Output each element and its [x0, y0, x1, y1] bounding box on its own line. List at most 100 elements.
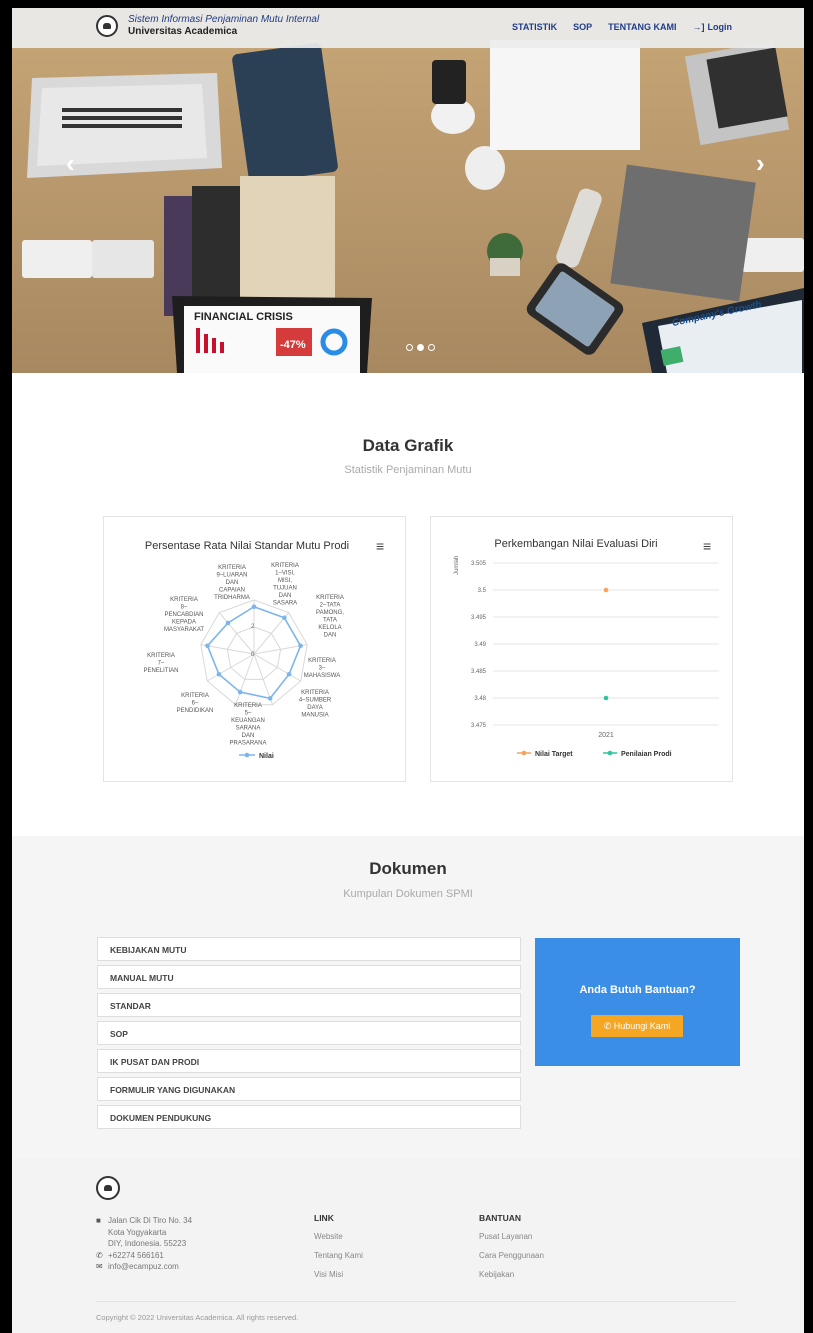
line-y-tick-label: 3.475	[471, 723, 487, 729]
line-chart: Perkembangan Nilai Evaluasi Diri 3.505 3.5…	[454, 538, 719, 758]
radar-category-label: KRITERIA 6– PENDIDIKAN	[177, 693, 214, 714]
chart-menu-icon[interactable]: ≡	[376, 538, 384, 554]
line-x-tick-label: 2021	[598, 732, 614, 739]
radar-data-point[interactable]	[237, 689, 243, 695]
radar-data-point[interactable]	[205, 643, 210, 649]
line-y-tick-label: 3.485	[471, 669, 487, 675]
nav-statistik[interactable]: STATISTIK	[512, 22, 557, 32]
grafik-title: Data Grafik	[362, 436, 454, 455]
radar-chart-card: Persentase Rata Nilai Standar Mutu Prodi…	[103, 516, 406, 782]
doc-item-standar[interactable]: STANDAR	[97, 993, 521, 1017]
chart-menu-icon[interactable]: ≡	[703, 538, 711, 554]
contact-button[interactable]: ✆ Hubungi Kami	[591, 1015, 683, 1037]
footer-bantuan: BANTUAN Pusat Layanan Cara Penggunaan Ke…	[479, 1213, 544, 1289]
line-data-point[interactable]	[603, 695, 609, 701]
carousel-indicators	[406, 344, 435, 351]
radar-data-point[interactable]	[251, 604, 257, 610]
footer-bantuan-pusat[interactable]: Pusat Layanan	[479, 1232, 544, 1241]
line-legend-label[interactable]: Nilai Target	[535, 751, 573, 758]
footer-links: LINK Website Tentang Kami Visi Misi	[314, 1213, 363, 1289]
footer-phone: +62274 566161	[108, 1250, 164, 1260]
brand[interactable]: Sistem Informasi Penjaminan Mutu Interna…	[96, 14, 319, 38]
doc-item-pendukung[interactable]: DOKUMEN PENDUKUNG	[97, 1105, 521, 1129]
footer-email[interactable]: info@ecampuz.com	[108, 1262, 179, 1271]
nav-sop[interactable]: SOP	[573, 22, 592, 32]
phone-icon: ✆	[96, 1250, 103, 1260]
hero-carousel[interactable]: FINANCIAL CRISIS -47% Company's Growth ‹…	[12, 8, 804, 373]
radar-category-label: KRITERIA 1–VISI, MISI, TUJUAN DAN SASARA	[271, 563, 299, 607]
copyright: Copyright © 2022 Universitas Academica. …	[96, 1313, 299, 1322]
carousel-dot-active[interactable]	[417, 344, 424, 351]
radar-legend-label[interactable]: Nilai	[259, 753, 274, 760]
page: FINANCIAL CRISIS -47% Company's Growth ‹…	[12, 8, 804, 1333]
footer-link-title: LINK	[314, 1213, 334, 1223]
footer-logo-icon	[96, 1176, 120, 1200]
radar-chart-title: Persentase Rata Nilai Standar Mutu Prodi	[145, 540, 349, 552]
line-y-tick-label: 3.5	[478, 588, 487, 594]
radar-category-label: KRITERIA 4–SUMBER DAYA MANUSIA	[299, 690, 332, 719]
line-legend-marker	[521, 750, 527, 756]
radar-axis-line	[218, 612, 255, 655]
email-icon: ✉	[96, 1262, 103, 1271]
radar-category-label: KRITERIA 8– PENCABDIAN KEPADA MASYARAKAT	[164, 597, 204, 633]
brand-title: Sistem Informasi Penjaminan Mutu Interna…	[128, 14, 320, 25]
carousel-dot[interactable]	[406, 344, 413, 351]
radar-category-label: KRITERIA 9–LUARAN DAN CAPAIAN TRIDHARMA	[214, 565, 250, 601]
footer-bantuan-cara[interactable]: Cara Penggunaan	[479, 1251, 544, 1260]
university-logo-icon	[96, 15, 118, 37]
footer-address: ■ Jalan Cik Di Tiro No. 34 Kota Yogyakart…	[96, 1215, 192, 1273]
line-y-tick-label: 3.48	[474, 696, 486, 702]
radar-category-label: KRITERIA 7– PENELITIAN	[143, 653, 178, 674]
footer-link-visi[interactable]: Visi Misi	[314, 1270, 363, 1279]
dokumen-list: KEBIJAKAN MUTU MANUAL MUTU STANDAR SOP I…	[97, 937, 521, 1133]
help-title: Anda Butuh Bantuan?	[579, 984, 696, 996]
doc-item-kebijakan-mutu[interactable]: KEBIJAKAN MUTU	[97, 937, 521, 961]
radar-data-point[interactable]	[225, 620, 231, 626]
carousel-next-icon[interactable]: ›	[756, 148, 765, 179]
radar-data-point[interactable]	[298, 643, 303, 649]
contact-button-label: Hubungi Kami	[613, 1021, 671, 1031]
line-chart-title: Perkembangan Nilai Evaluasi Diri	[494, 538, 657, 550]
line-y-axis-label: Jumlah	[454, 556, 460, 575]
footer-divider	[96, 1301, 736, 1302]
radar-data-point[interactable]	[267, 696, 273, 701]
nav-login[interactable]: →] Login	[693, 22, 733, 32]
doc-item-manual-mutu[interactable]: MANUAL MUTU	[97, 965, 521, 989]
footer: ■ Jalan Cik Di Tiro No. 34 Kota Yogyakart…	[12, 1158, 804, 1333]
nav-tentang-kami[interactable]: TENTANG KAMI	[608, 22, 676, 32]
doc-item-formulir[interactable]: FORMULIR YANG DIGUNAKAN	[97, 1077, 521, 1101]
dokumen-section: Dokumen Kumpulan Dokumen SPMI KEBIJAKAN …	[12, 836, 804, 1158]
address-line: Jalan Cik Di Tiro No. 34	[108, 1216, 193, 1225]
radar-data-point[interactable]	[286, 671, 292, 677]
address-line: Kota Yogyakarta	[108, 1227, 167, 1237]
address-line: DIY, Indonesia. 55223	[108, 1239, 187, 1248]
radar-category-label: KRITERIA 5– KEUANGAN SARANA DAN PRASARANA	[229, 703, 266, 747]
line-y-tick-label: 3.505	[471, 561, 487, 567]
hero-image: FINANCIAL CRISIS -47% Company's Growth	[12, 8, 804, 373]
radar-axis-line	[206, 653, 255, 682]
line-data-point[interactable]	[603, 587, 609, 593]
radar-data-point[interactable]	[216, 671, 222, 677]
dokumen-subtitle: Kumpulan Dokumen SPMI	[343, 888, 473, 900]
carousel-dot[interactable]	[428, 344, 435, 351]
radar-category-label: KRITERIA 2–TATA PAMONG, TATA KELOLA DAN	[316, 595, 344, 639]
grafik-subtitle: Statistik Penjaminan Mutu	[344, 464, 472, 476]
footer-bantuan-kebijakan[interactable]: Kebijakan	[479, 1270, 544, 1279]
footer-link-tentang[interactable]: Tentang Kami	[314, 1251, 363, 1260]
hero-sign-percent: -47%	[280, 339, 306, 351]
line-chart-card: Perkembangan Nilai Evaluasi Diri 3.505 3.5…	[430, 516, 733, 782]
nav-login-label: Login	[707, 22, 733, 32]
radar-data-point[interactable]	[282, 615, 287, 621]
doc-item-sop[interactable]: SOP	[97, 1021, 521, 1045]
line-legend-marker	[607, 750, 613, 756]
doc-item-ik-pusat[interactable]: IK PUSAT DAN PRODI	[97, 1049, 521, 1073]
line-legend-label[interactable]: Penilaian Prodi	[621, 751, 672, 758]
dokumen-title: Dokumen	[369, 859, 447, 878]
login-icon: →]	[692, 22, 705, 32]
main-nav: STATISTIK SOP TENTANG KAMI →] Login	[512, 22, 732, 32]
help-box: Anda Butuh Bantuan? ✆ Hubungi Kami	[535, 938, 740, 1066]
phone-icon: ✆	[603, 1021, 612, 1031]
radar-category-label: KRITERIA 3– MAHASISWA	[304, 658, 340, 679]
footer-link-website[interactable]: Website	[314, 1232, 363, 1241]
carousel-prev-icon[interactable]: ‹	[66, 148, 75, 179]
